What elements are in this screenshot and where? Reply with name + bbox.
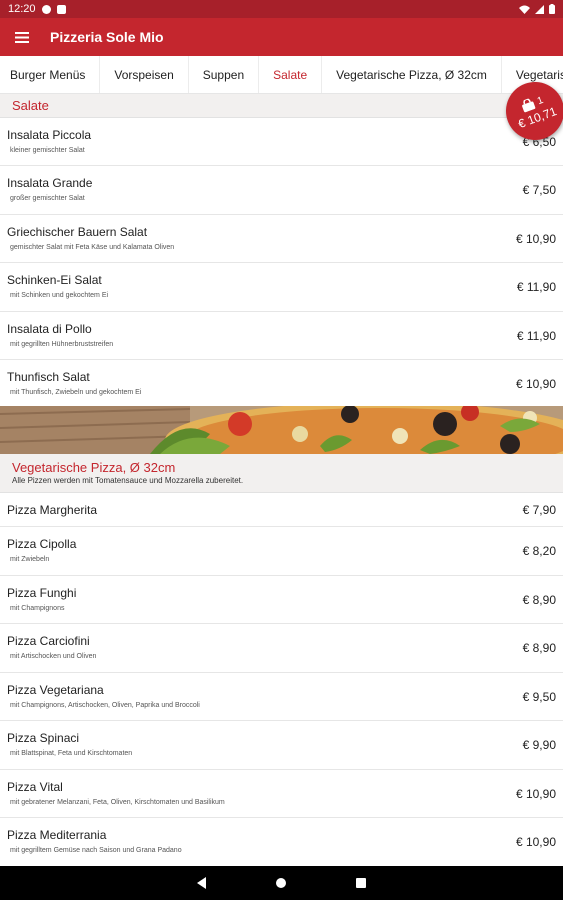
list-item[interactable]: Pizza Cipolla mit Zwiebeln € 8,20 [0, 527, 563, 576]
signal-icon [535, 4, 544, 14]
item-price: € 8,20 [522, 544, 556, 558]
list-item[interactable]: Insalata Piccola kleiner gemischter Sala… [0, 118, 563, 166]
tab-vegetarische-pizza[interactable]: Vegetarische Pizza, Ø 32cm [322, 56, 502, 93]
tab-vorspeisen[interactable]: Vorspeisen [100, 56, 189, 93]
back-icon[interactable] [197, 877, 206, 889]
item-desc: großer gemischter Salat [10, 195, 85, 202]
item-name: Insalata di Pollo [7, 322, 92, 336]
item-desc: mit gebratener Melanzani, Feta, Oliven, … [10, 799, 225, 806]
item-desc: mit Artischocken und Oliven [10, 653, 97, 660]
sim-icon [56, 4, 66, 14]
item-desc: kleiner gemischter Salat [10, 147, 85, 154]
status-bar: 12:20 [0, 0, 563, 18]
tab-burger-menus[interactable]: Burger Menüs [0, 56, 101, 93]
item-desc: gemischter Salat mit Feta Käse und Kalam… [10, 244, 175, 251]
wifi-icon [519, 5, 530, 14]
list-item[interactable]: Pizza Margherita € 7,90 [0, 493, 563, 527]
list-item[interactable]: Pizza Funghi mit Champignons € 8,90 [0, 576, 563, 624]
item-name: Pizza Spinaci [7, 731, 80, 745]
item-price: € 10,90 [515, 835, 556, 849]
item-price: € 9,50 [522, 690, 556, 704]
list-item[interactable]: Pizza Vital mit gebratener Melanzani, Fe… [0, 770, 563, 818]
list-item[interactable]: Pizza Mediterrania mit gegrilltem Gemüse… [0, 818, 563, 866]
app-bar: Pizzeria Sole Mio [0, 18, 563, 56]
section-header-salate: Salate [0, 94, 563, 118]
section-description: Alle Pizzen werden mit Tomatensauce und … [12, 476, 244, 485]
list-item[interactable]: Thunfisch Salat mit Thunfisch, Zwiebeln … [0, 360, 563, 406]
home-icon[interactable] [276, 878, 286, 888]
item-desc: mit Schinken und gekochtem Ei [10, 292, 109, 299]
list-item[interactable]: Griechischer Bauern Salat gemischter Sal… [0, 215, 563, 263]
item-name: Pizza Margherita [7, 503, 98, 517]
recents-icon[interactable] [356, 878, 366, 888]
item-desc: mit Blattspinat, Feta und Kirschtomaten [10, 750, 133, 757]
item-price: € 10,90 [515, 787, 556, 801]
category-tabs: Burger Menüs Vorspeisen Suppen Salate Ve… [0, 56, 563, 94]
tab-salate[interactable]: Salate [259, 56, 323, 93]
salate-list: Insalata Piccola kleiner gemischter Sala… [0, 118, 563, 406]
item-price: € 8,90 [522, 593, 556, 607]
item-name: Pizza Cipolla [7, 537, 77, 551]
vegetarische-pizza-list: Pizza Margherita € 7,90 Pizza Cipolla mi… [0, 493, 563, 866]
item-name: Pizza Carciofini [7, 634, 90, 648]
item-price: € 10,90 [515, 232, 556, 246]
item-desc: mit Thunfisch, Zwiebeln und gekochtem Ei [10, 389, 142, 396]
item-name: Pizza Vital [7, 780, 63, 794]
battery-icon [549, 4, 555, 14]
item-price: € 10,90 [515, 377, 556, 391]
list-item[interactable]: Pizza Spinaci mit Blattspinat, Feta und … [0, 721, 563, 770]
section-header-vegetarische-pizza: Vegetarische Pizza, Ø 32cm Alle Pizzen w… [0, 454, 563, 493]
notification-icon [41, 4, 51, 14]
item-name: Schinken-Ei Salat [7, 273, 102, 287]
item-name: Griechischer Bauern Salat [7, 225, 148, 239]
item-price: € 7,50 [522, 183, 556, 197]
tab-suppen[interactable]: Suppen [189, 56, 260, 93]
hamburger-icon[interactable] [0, 18, 44, 56]
item-desc: mit gegrillten Hühnerbruststreifen [10, 341, 114, 348]
app-title: Pizzeria Sole Mio [50, 29, 164, 45]
section-title: Vegetarische Pizza, Ø 32cm [12, 460, 176, 475]
item-price: € 8,90 [522, 641, 556, 655]
item-desc: mit gegrilltem Gemüse nach Saison und Gr… [10, 847, 182, 854]
section-title: Salate [12, 98, 49, 113]
item-name: Pizza Funghi [7, 586, 77, 600]
item-price: € 11,90 [516, 329, 556, 343]
list-item[interactable]: Insalata di Pollo mit gegrillten Hühnerb… [0, 312, 563, 360]
item-price: € 7,90 [522, 503, 556, 517]
cart-count: 1 [535, 94, 545, 107]
list-item[interactable]: Pizza Carciofini mit Artischocken und Ol… [0, 624, 563, 673]
item-name: Thunfisch Salat [7, 370, 90, 384]
item-name: Pizza Vegetariana [7, 683, 104, 697]
item-price: € 9,90 [522, 738, 556, 752]
item-name: Pizza Mediterrania [7, 828, 107, 842]
list-item[interactable]: Schinken-Ei Salat mit Schinken und gekoc… [0, 263, 563, 312]
item-price: € 11,90 [516, 280, 556, 294]
pizza-banner-image [0, 406, 563, 454]
item-name: Insalata Piccola [7, 128, 92, 142]
item-name: Insalata Grande [7, 176, 93, 190]
list-item[interactable]: Insalata Grande großer gemischter Salat … [0, 166, 563, 215]
list-item[interactable]: Pizza Vegetariana mit Champignons, Artis… [0, 673, 563, 721]
system-nav-bar [0, 866, 563, 900]
status-time: 12:20 [8, 3, 36, 15]
item-desc: mit Zwiebeln [10, 556, 50, 563]
item-desc: mit Champignons, Artischocken, Oliven, P… [10, 702, 200, 709]
item-desc: mit Champignons [10, 605, 65, 612]
